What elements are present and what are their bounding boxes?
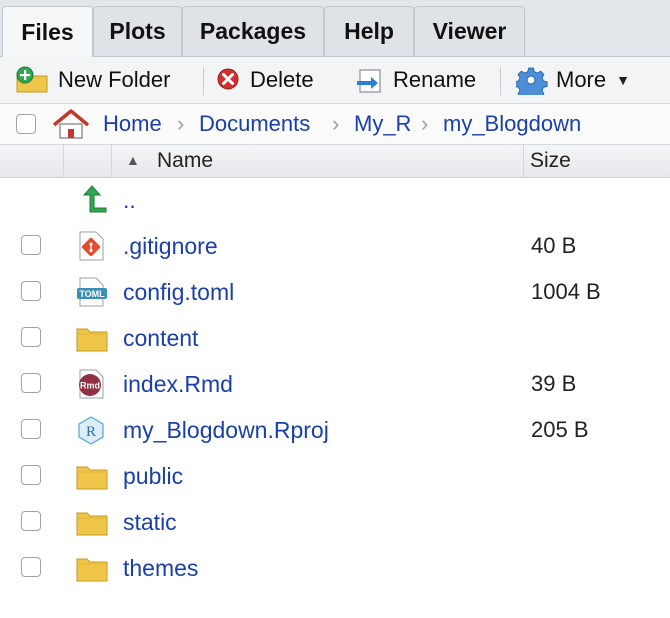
select-all-checkbox[interactable]: [16, 114, 36, 134]
row-checkbox[interactable]: [21, 465, 41, 485]
row-checkbox[interactable]: [21, 557, 41, 577]
toolbar-divider: [203, 67, 204, 95]
more-label: More: [556, 67, 607, 92]
more-button[interactable]: More ▼: [516, 57, 630, 103]
file-list-header: ▲ Name Size: [0, 145, 670, 178]
rename-label: Rename: [393, 67, 477, 92]
breadcrumb: Home › Documents › My_R › my_Blogdown: [0, 104, 670, 145]
files-toolbar: New Folder Delete Rename More ▼: [0, 57, 670, 104]
file-size: 1004 B: [531, 279, 601, 304]
file-size: 205 B: [531, 417, 589, 442]
delete-button[interactable]: Delete: [216, 57, 314, 103]
home-icon[interactable]: [51, 108, 91, 140]
breadcrumb-my-r[interactable]: My_R: [354, 104, 411, 144]
new-folder-label: New Folder: [58, 67, 171, 92]
file-size: 39 B: [531, 371, 577, 396]
tab-plots[interactable]: Plots: [93, 6, 182, 56]
list-item[interactable]: static: [0, 499, 670, 545]
tab-packages[interactable]: Packages: [182, 6, 324, 56]
list-item[interactable]: public: [0, 453, 670, 499]
rmd-file-icon: Rmd: [76, 369, 108, 404]
delete-icon: [216, 67, 250, 93]
new-folder-button[interactable]: New Folder: [14, 57, 170, 103]
tab-viewer[interactable]: Viewer: [414, 6, 525, 56]
rename-icon: [355, 66, 393, 94]
file-name[interactable]: public: [123, 453, 183, 499]
caret-down-icon: ▼: [616, 72, 630, 88]
tab-help[interactable]: Help: [324, 6, 414, 56]
file-name[interactable]: static: [123, 499, 177, 545]
list-item[interactable]: .gitignore 40 B: [0, 223, 670, 269]
file-size: 40 B: [531, 233, 577, 258]
toolbar-divider: [500, 67, 501, 95]
row-checkbox[interactable]: [21, 511, 41, 531]
row-checkbox[interactable]: [21, 281, 41, 301]
new-folder-icon: [14, 65, 58, 95]
list-item[interactable]: ..: [0, 177, 670, 223]
chevron-right-icon: ›: [332, 111, 340, 136]
folder-icon: [76, 553, 108, 588]
folder-icon: [76, 323, 108, 358]
file-name[interactable]: content: [123, 315, 198, 361]
sort-ascending-icon: ▲: [126, 152, 140, 168]
folder-icon: [76, 461, 108, 496]
gear-icon: [516, 65, 556, 95]
tab-files[interactable]: Files: [2, 6, 93, 57]
chevron-right-icon: ›: [177, 111, 185, 136]
chevron-right-icon: ›: [421, 111, 429, 136]
toml-file-icon: TOML: [76, 277, 108, 312]
delete-label: Delete: [250, 67, 314, 92]
folder-icon: [76, 507, 108, 542]
toml-icon-label: TOML: [79, 289, 105, 299]
breadcrumb-my-blogdown[interactable]: my_Blogdown: [443, 104, 581, 144]
rename-button[interactable]: Rename: [355, 57, 476, 103]
file-name[interactable]: ..: [123, 177, 136, 223]
row-checkbox[interactable]: [21, 235, 41, 255]
row-checkbox[interactable]: [21, 419, 41, 439]
row-checkbox[interactable]: [21, 327, 41, 347]
parent-folder-icon: [76, 185, 108, 220]
header-name[interactable]: Name: [157, 145, 213, 177]
list-item[interactable]: content: [0, 315, 670, 361]
list-item[interactable]: Rmd index.Rmd 39 B: [0, 361, 670, 407]
header-icon-column: [64, 145, 112, 177]
git-file-icon: [76, 231, 108, 266]
rproj-file-icon: R: [76, 415, 108, 450]
file-name[interactable]: index.Rmd: [123, 361, 233, 407]
list-item[interactable]: TOML config.toml 1004 B: [0, 269, 670, 315]
row-checkbox[interactable]: [21, 373, 41, 393]
file-name[interactable]: themes: [123, 545, 198, 591]
list-item[interactable]: R my_Blogdown.Rproj 205 B: [0, 407, 670, 453]
rmd-icon-label: Rmd: [80, 381, 100, 391]
rproj-icon-label: R: [86, 424, 96, 440]
file-name[interactable]: my_Blogdown.Rproj: [123, 407, 329, 453]
header-checkbox-column: [0, 145, 64, 177]
pane-tabs: Files Plots Packages Help Viewer: [0, 0, 670, 57]
file-name[interactable]: config.toml: [123, 269, 234, 315]
file-name[interactable]: .gitignore: [123, 223, 218, 269]
header-size[interactable]: Size: [530, 145, 571, 177]
breadcrumb-documents[interactable]: Documents: [199, 104, 310, 144]
breadcrumb-home[interactable]: Home: [103, 104, 162, 144]
list-item[interactable]: themes: [0, 545, 670, 591]
